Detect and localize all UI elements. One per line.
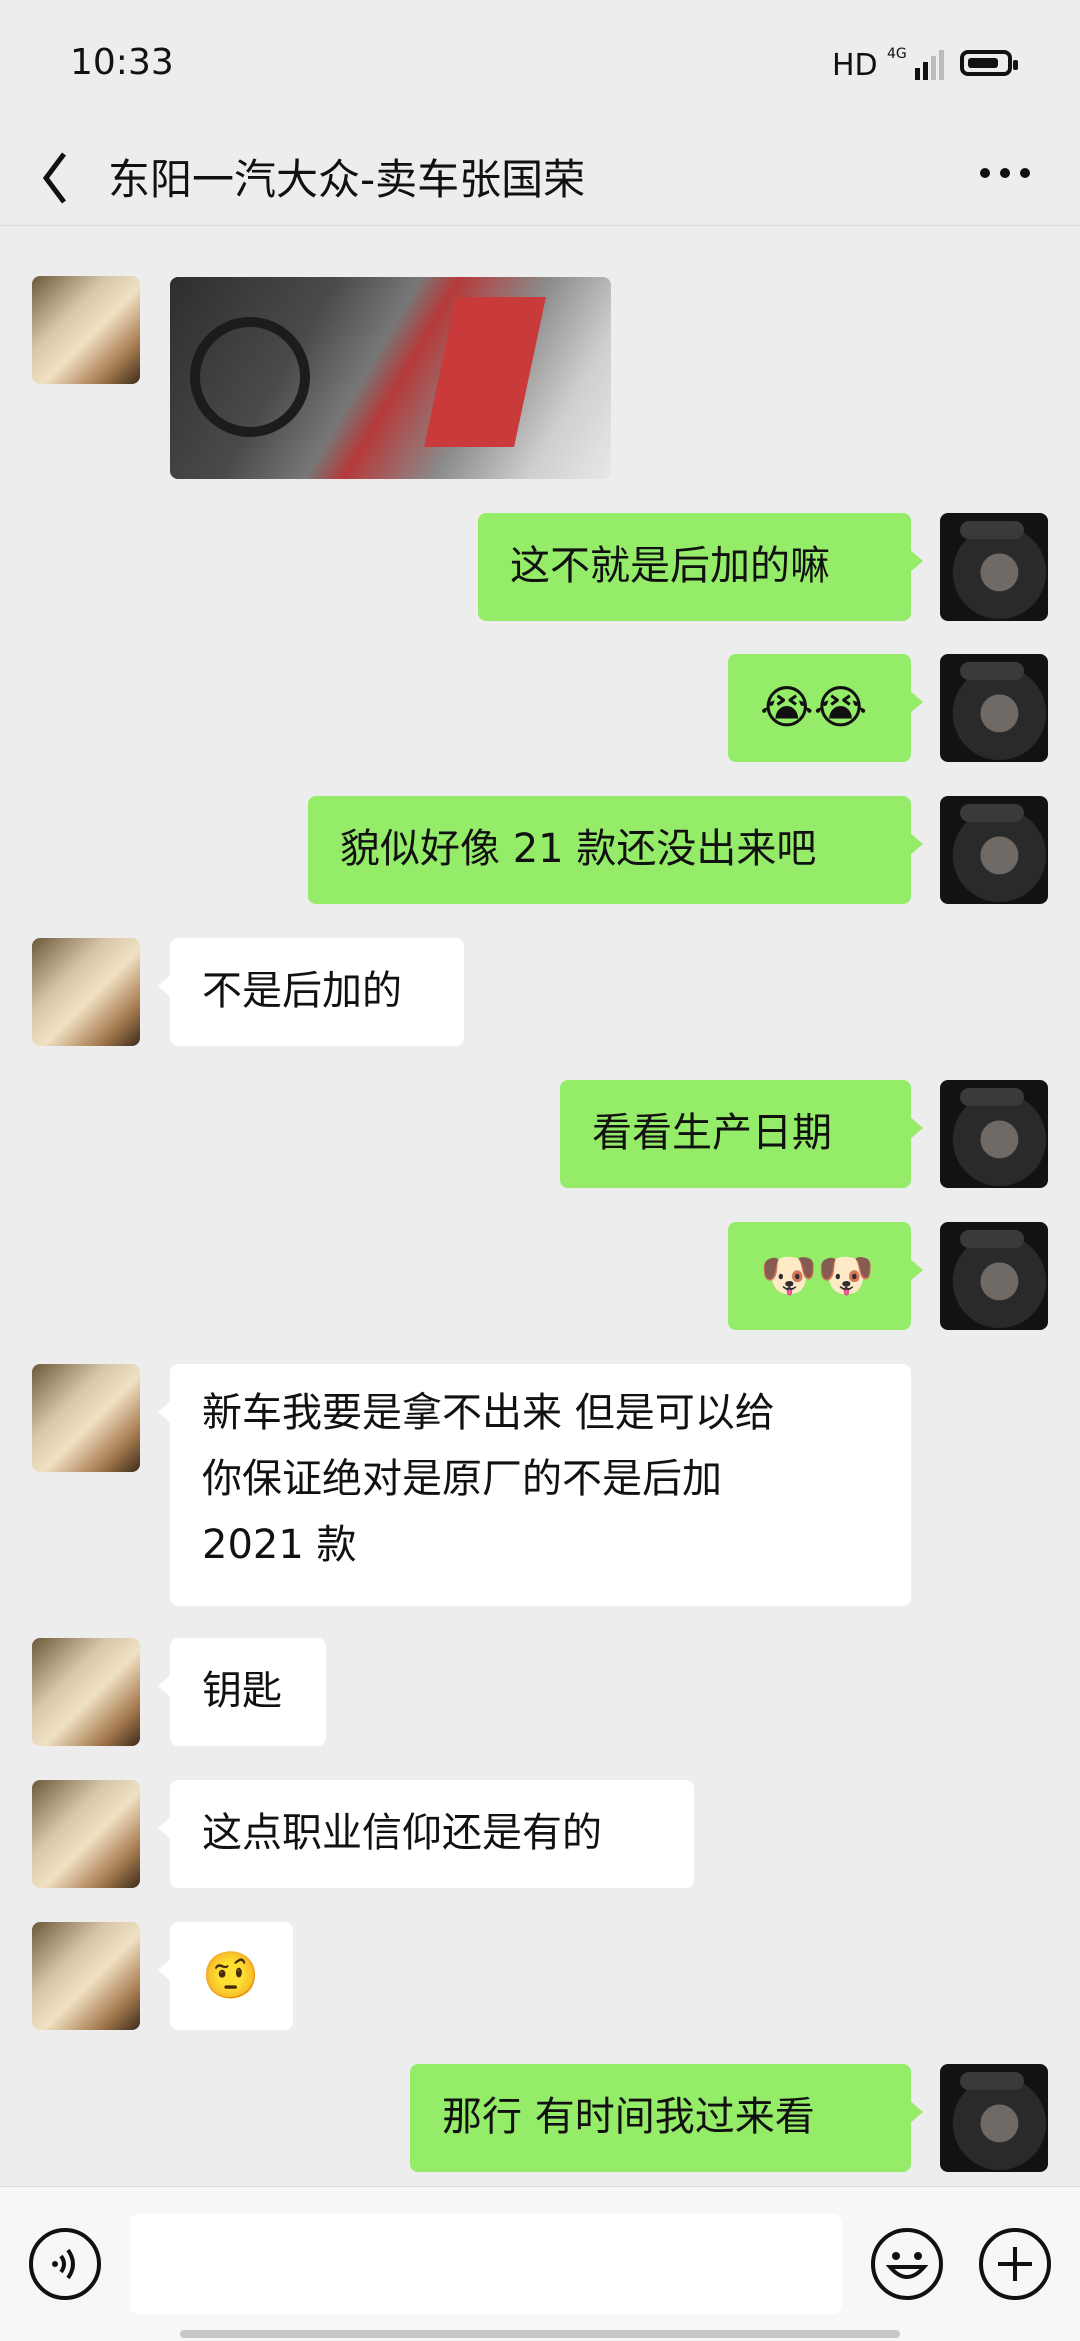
battery-icon: [960, 50, 1018, 76]
message-text: 看看生产日期: [592, 1110, 832, 1156]
steering-wheel-image: [190, 317, 310, 437]
contact-avatar[interactable]: [32, 938, 140, 1046]
dog-emoji: 🐶🐶: [760, 1248, 875, 1302]
contact-avatar[interactable]: [32, 1922, 140, 2030]
message-bubble-received[interactable]: 🤨: [158, 1922, 293, 2030]
my-avatar[interactable]: [940, 796, 1048, 904]
home-indicator[interactable]: [180, 2330, 900, 2338]
more-dots-icon[interactable]: [980, 168, 1030, 188]
input-bar: [0, 2186, 1080, 2341]
message-input[interactable]: [130, 2214, 842, 2314]
smirk-emoji: 🤨: [202, 1948, 260, 2002]
message-text: 那行 有时间我过来看: [442, 2094, 815, 2140]
my-avatar[interactable]: [940, 513, 1048, 621]
network-label: 4G: [887, 46, 907, 62]
contact-avatar[interactable]: [32, 276, 140, 384]
contact-avatar[interactable]: [32, 1638, 140, 1746]
my-avatar[interactable]: [940, 2064, 1048, 2172]
message-bubble-received[interactable]: 不是后加的: [158, 938, 464, 1046]
message-text: 这不就是后加的嘛: [510, 543, 830, 589]
message-image[interactable]: [170, 277, 611, 479]
status-bar: 10:33 HD 4G: [0, 0, 1080, 130]
message-text-line: 你保证绝对是原厂的不是后加: [202, 1456, 722, 1502]
my-avatar[interactable]: [940, 1080, 1048, 1188]
message-bubble-received[interactable]: 新车我要是拿不出来 但是可以给 你保证绝对是原厂的不是后加 2021 款: [158, 1364, 911, 1606]
contact-avatar[interactable]: [32, 1780, 140, 1888]
emoji-icon[interactable]: [870, 2227, 944, 2301]
message-bubble-received[interactable]: 这点职业信仰还是有的: [158, 1780, 694, 1888]
message-bubble-sent[interactable]: 🐶🐶: [728, 1222, 923, 1330]
message-bubble-sent[interactable]: 看看生产日期: [560, 1080, 923, 1188]
message-text: 貌似好像 21 款还没出来吧: [340, 826, 817, 872]
status-time: 10:33: [70, 42, 174, 83]
message-text-line: 新车我要是拿不出来 但是可以给: [202, 1390, 775, 1436]
message-bubble-sent[interactable]: 这不就是后加的嘛: [478, 513, 923, 621]
message-bubble-received[interactable]: 钥匙: [158, 1638, 326, 1746]
chat-header: 东阳一汽大众-卖车张国荣: [0, 130, 1080, 226]
voice-icon[interactable]: [28, 2227, 102, 2301]
message-text: 不是后加的: [202, 968, 402, 1014]
chevron-left-icon[interactable]: [36, 138, 76, 218]
my-avatar[interactable]: [940, 654, 1048, 762]
chat-title: 东阳一汽大众-卖车张国荣: [108, 155, 586, 204]
my-avatar[interactable]: [940, 1222, 1048, 1330]
message-text: 这点职业信仰还是有的: [202, 1810, 602, 1856]
plus-icon[interactable]: [978, 2227, 1052, 2301]
message-bubble-sent[interactable]: 😭😭: [728, 654, 923, 762]
message-bubble-sent[interactable]: 貌似好像 21 款还没出来吧: [308, 796, 923, 904]
message-text-line: 2021 款: [202, 1522, 357, 1568]
red-door-panel-image: [424, 297, 546, 447]
signal-icon: 4G: [887, 46, 944, 80]
status-hd: HD: [832, 48, 878, 83]
message-text: 钥匙: [202, 1668, 282, 1714]
message-bubble-sent[interactable]: 那行 有时间我过来看: [410, 2064, 923, 2172]
contact-avatar[interactable]: [32, 1364, 140, 1472]
laughing-crying-emoji: 😭😭: [760, 680, 868, 734]
